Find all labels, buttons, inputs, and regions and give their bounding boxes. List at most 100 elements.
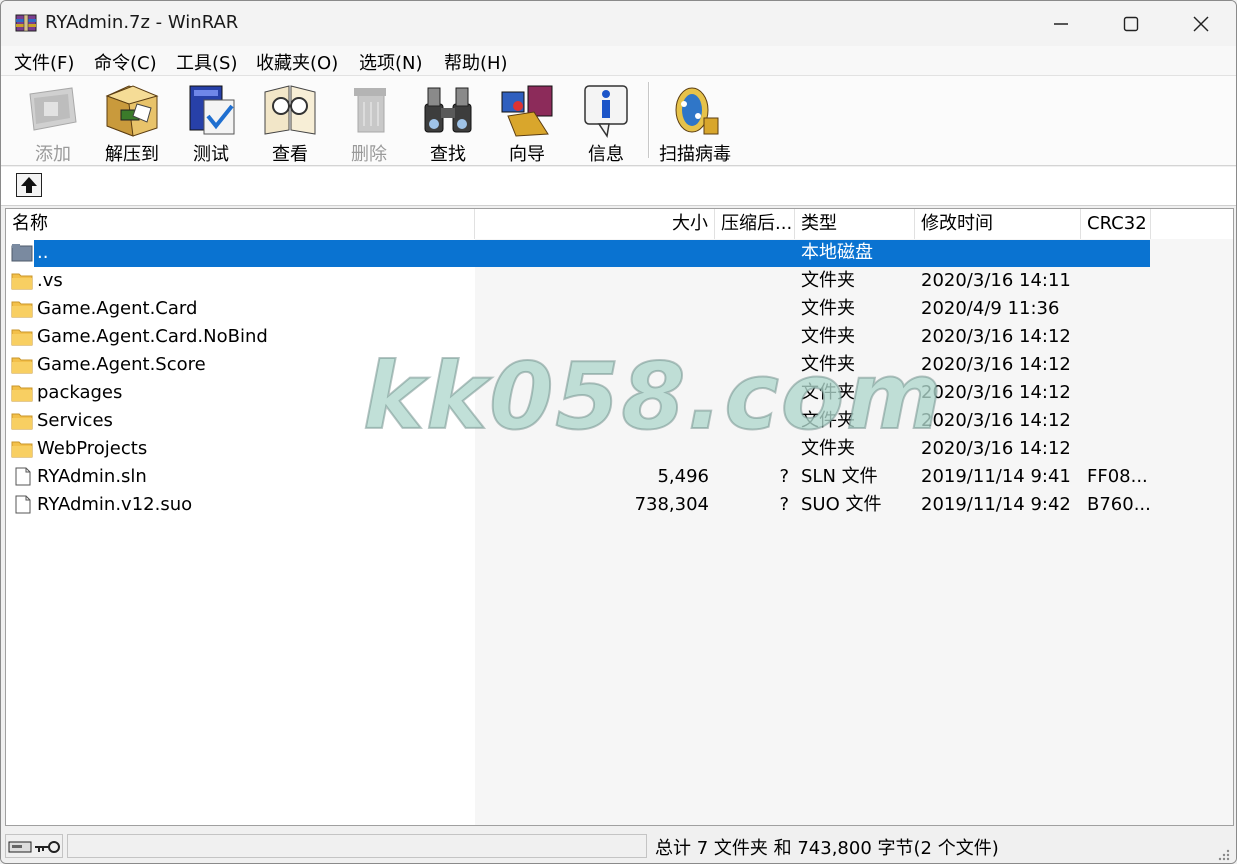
file-crc xyxy=(1087,351,1151,379)
view-icon xyxy=(264,85,316,135)
maximize-icon xyxy=(1123,16,1139,31)
close-icon xyxy=(1193,16,1209,31)
add-icon xyxy=(29,87,77,131)
file-row[interactable]: .. 本地磁盘 xyxy=(6,239,1233,267)
title-bar[interactable]: RYAdmin.7z - WinRAR xyxy=(1,1,1236,46)
window-title: RYAdmin.7z - WinRAR xyxy=(45,12,239,33)
file-row[interactable]: RYAdmin.v12.suo 738,304? SUO 文件 2019/11/14 … xyxy=(6,491,1233,519)
up-arrow-icon xyxy=(21,177,37,193)
extract-icon xyxy=(105,85,159,137)
test-label: 测试 xyxy=(193,144,229,165)
column-size-header[interactable]: 大小 xyxy=(475,209,715,239)
column-modified-label: 修改时间 xyxy=(921,213,993,234)
menu-commands[interactable]: 命令(C) xyxy=(94,49,157,75)
resize-grip-icon[interactable] xyxy=(1216,847,1230,861)
info-button[interactable]: 信息 xyxy=(571,80,641,165)
file-crc: B760... xyxy=(1087,494,1151,515)
file-row[interactable]: Game.Agent.Card 文件夹 2020/4/9 11:36 xyxy=(6,295,1233,323)
column-name-label: 名称 xyxy=(12,213,48,234)
toolbar: 添加 解压到 测试 查看 删除 查找 向导 信息 扫描病毒 xyxy=(1,76,1236,166)
menu-options[interactable]: 选项(N) xyxy=(359,49,423,75)
file-size: 5,496 xyxy=(657,466,709,487)
menu-bar: 文件(F) 命令(C) 工具(S) 收藏夹(O) 选项(N) 帮助(H) xyxy=(1,46,1236,76)
menu-tools[interactable]: 工具(S) xyxy=(176,49,237,75)
file-name: .vs xyxy=(37,270,63,291)
drive-icon xyxy=(8,841,32,853)
winrar-window: RYAdmin.7z - WinRAR 文件(F) 命令(C) 工具(S) 收藏… xyxy=(0,0,1237,864)
delete-icon xyxy=(354,88,386,133)
virus-scan-button[interactable]: 扫描病毒 xyxy=(654,80,736,165)
column-crc-header[interactable]: CRC32 xyxy=(1081,209,1151,239)
folder-icon xyxy=(11,329,33,346)
file-packed-size xyxy=(715,295,789,323)
status-selection-pane xyxy=(67,834,647,858)
find-button[interactable]: 查找 xyxy=(413,80,483,165)
column-packed-header[interactable]: 压缩后... xyxy=(715,209,795,239)
virus-scan-icon xyxy=(675,87,719,135)
file-crc: FF08... xyxy=(1087,466,1148,487)
file-name: Game.Agent.Card xyxy=(37,298,198,319)
folder-icon xyxy=(11,301,33,318)
parent-folder-icon xyxy=(11,244,33,262)
file-list[interactable]: 名称 ^ 大小 压缩后... 类型 修改时间 CRC32 .. 本地磁盘 .vs 文件… xyxy=(5,208,1234,826)
info-icon xyxy=(584,85,628,138)
status-icons[interactable] xyxy=(5,834,63,858)
file-name: .. xyxy=(37,242,49,263)
delete-label: 删除 xyxy=(351,144,387,165)
file-row[interactable]: .vs 文件夹 2020/3/16 14:11 xyxy=(6,267,1233,295)
file-crc xyxy=(1087,295,1151,323)
close-button[interactable] xyxy=(1166,1,1236,46)
file-crc xyxy=(1087,323,1151,351)
watermark: kk058.com xyxy=(362,342,944,451)
file-modified: 2020/3/16 14:12 xyxy=(921,410,1071,431)
column-packed-label: 压缩后... xyxy=(721,213,793,234)
column-type-header[interactable]: 类型 xyxy=(795,209,915,239)
folder-icon xyxy=(11,413,33,430)
test-button[interactable]: 测试 xyxy=(176,80,246,165)
winrar-app-icon[interactable] xyxy=(15,13,37,33)
file-crc xyxy=(1087,407,1151,435)
file-crc xyxy=(1087,239,1151,267)
file-packed-size xyxy=(715,239,789,267)
column-size-label: 大小 xyxy=(672,213,708,234)
find-icon xyxy=(424,87,472,133)
file-packed-size: ? xyxy=(779,466,789,487)
menu-file[interactable]: 文件(F) xyxy=(14,49,74,75)
file-type: 本地磁盘 xyxy=(801,242,873,263)
file-row[interactable]: RYAdmin.sln 5,496? SLN 文件 2019/11/14 9:41 FF… xyxy=(6,463,1233,491)
sort-ascending-icon: ^ xyxy=(234,208,246,219)
up-one-level-button[interactable] xyxy=(16,173,42,197)
wizard-label: 向导 xyxy=(509,144,545,165)
file-crc xyxy=(1087,435,1151,463)
extract-to-button[interactable]: 解压到 xyxy=(97,80,167,165)
file-type: SLN 文件 xyxy=(801,466,878,487)
maximize-button[interactable] xyxy=(1096,1,1166,46)
file-name: RYAdmin.sln xyxy=(37,466,147,487)
menu-help[interactable]: 帮助(H) xyxy=(444,49,508,75)
folder-icon xyxy=(11,385,33,402)
add-button[interactable]: 添加 xyxy=(18,80,88,165)
file-size xyxy=(475,295,709,323)
virus-scan-label: 扫描病毒 xyxy=(659,144,731,165)
column-modified-header[interactable]: 修改时间 xyxy=(915,209,1081,239)
file-modified: 2020/3/16 14:12 xyxy=(921,326,1071,347)
file-size xyxy=(475,239,709,267)
wizard-button[interactable]: 向导 xyxy=(492,80,562,165)
column-header: 名称 ^ 大小 压缩后... 类型 修改时间 CRC32 xyxy=(6,208,1233,239)
minimize-icon xyxy=(1054,22,1068,25)
file-modified xyxy=(921,239,1081,267)
delete-button[interactable]: 删除 xyxy=(334,80,404,165)
file-packed-size: ? xyxy=(779,494,789,515)
menu-favorites[interactable]: 收藏夹(O) xyxy=(256,49,338,75)
folder-icon xyxy=(11,441,33,458)
column-crc-label: CRC32 xyxy=(1087,213,1147,234)
minimize-button[interactable] xyxy=(1026,1,1096,46)
file-name: RYAdmin.v12.suo xyxy=(37,494,193,515)
view-button[interactable]: 查看 xyxy=(255,80,325,165)
folder-icon xyxy=(11,357,33,374)
key-icon xyxy=(35,841,60,853)
address-bar xyxy=(1,167,1236,206)
file-size xyxy=(475,267,709,295)
file-modified: 2019/11/14 9:41 xyxy=(921,466,1071,487)
file-crc xyxy=(1087,379,1151,407)
